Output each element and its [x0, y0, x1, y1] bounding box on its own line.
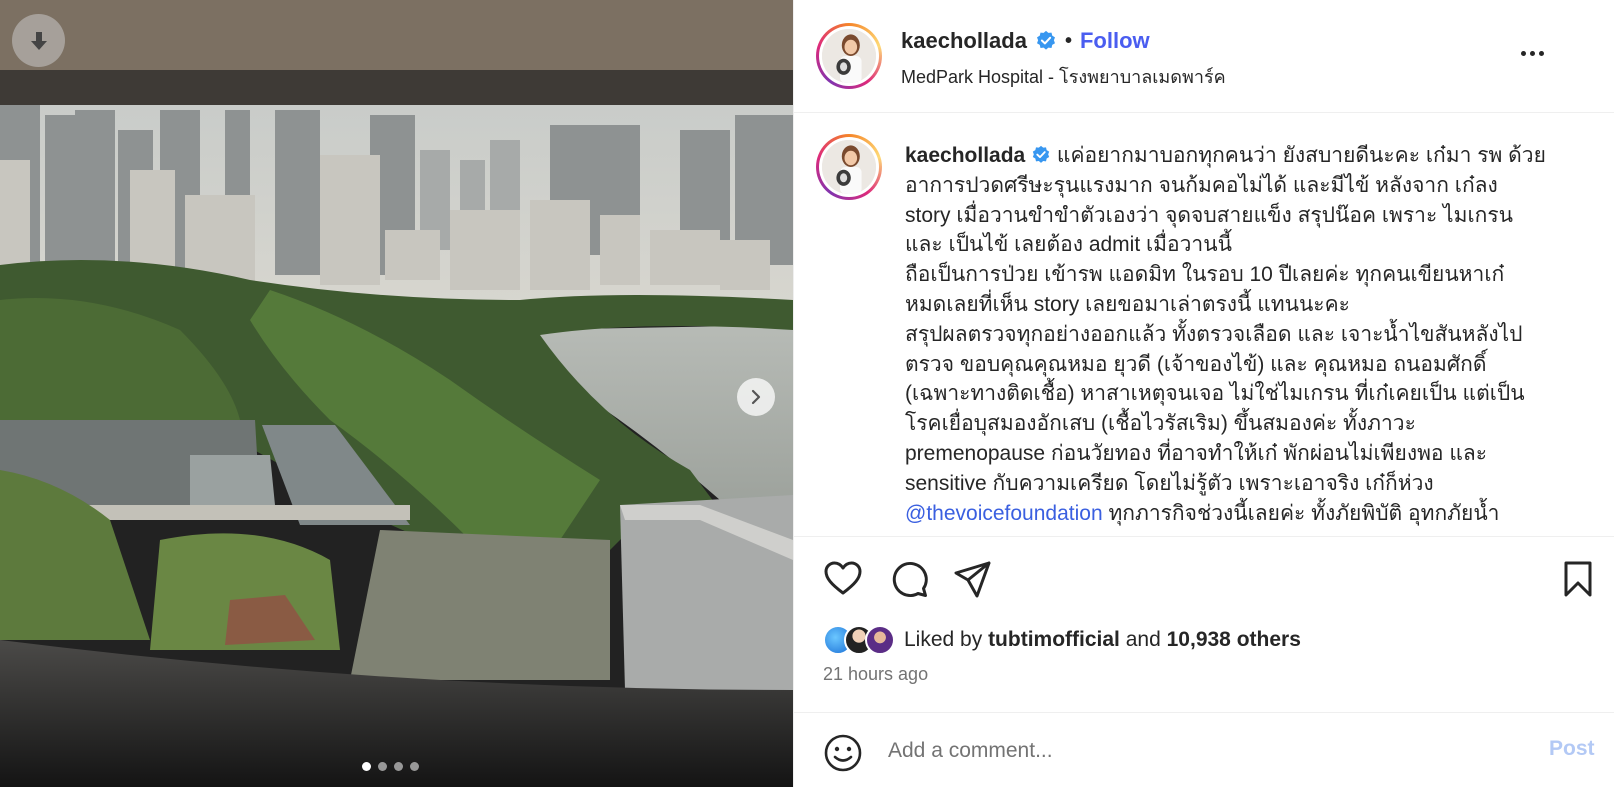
post-media[interactable] — [0, 0, 793, 787]
author-name-row: kaechollada • Follow — [901, 28, 1150, 54]
caption-line: ตรวจ ขอบคุณคุณหมอ ยุวดี (เจ้าของไข้) และ… — [905, 352, 1487, 376]
likes-count[interactable]: 10,938 others — [1167, 628, 1301, 651]
avatar-image — [822, 140, 876, 194]
likes-text: Liked by tubtimofficial and 10,938 other… — [904, 628, 1301, 651]
caption-line: และ เป็นไข้ เลยต้อง admit เมื่อวานนี้ — [905, 233, 1232, 257]
caption-scroll-area[interactable]: kaechollada แค่อยากมาบอกทุกคนว่า ยังสบาย… — [794, 113, 1614, 536]
post-photo — [0, 0, 793, 787]
share-paper-plane-icon[interactable] — [953, 559, 993, 599]
verified-badge-icon — [1036, 30, 1055, 50]
chevron-right-icon — [751, 389, 761, 405]
caption-line: @thevoicefoundation ทุกภารกิจช่วงนี้เลยค… — [905, 499, 1585, 529]
mention-link[interactable]: @thevoicefoundation — [905, 502, 1103, 525]
caption-line: สรุปผลตรวจทุกอย่างออกแล้ว ทั้งตรวจเลือด … — [905, 322, 1523, 346]
author-username[interactable]: kaechollada — [901, 28, 1027, 54]
caption-line: (เฉพาะทางติดเชื้อ) หาสาเหตุจนเจอ ไม่ใช่ไ… — [905, 382, 1525, 406]
caption-line: หมดเลยที่เห็น story เลยขอมาเล่าตรงนี้ แท… — [905, 292, 1350, 316]
caption-line: premenopause ก่อนวัยทอง ที่อาจทำให้เก๋ พ… — [905, 441, 1488, 465]
carousel-dot — [394, 762, 403, 771]
post-header: kaechollada • Follow MedPark Hospital - … — [794, 0, 1614, 113]
post-timestamp[interactable]: 21 hours ago — [823, 664, 928, 685]
heart-icon[interactable] — [823, 559, 863, 599]
caption-text: ทุกภารกิจช่วงนี้เลยค่ะ ทั้งภัยพิบัติ อุท… — [1102, 501, 1500, 525]
caption-username[interactable]: kaechollada — [905, 144, 1025, 167]
liker-avatar[interactable] — [865, 625, 895, 655]
author-avatar[interactable] — [816, 23, 882, 89]
follow-button[interactable]: Follow — [1080, 28, 1150, 54]
verified-badge-icon — [1032, 145, 1050, 163]
carousel-dot — [378, 762, 387, 771]
post-caption: kaechollada แค่อยากมาบอกทุกคนว่า ยังสบาย… — [905, 141, 1585, 528]
caption-line: kaechollada แค่อยากมาบอกทุกคนว่า ยังสบาย… — [905, 141, 1585, 171]
emoji-smiley-icon[interactable] — [823, 733, 863, 773]
likes-summary: Liked by tubtimofficial and 10,938 other… — [823, 625, 1301, 655]
avatar-image — [822, 29, 876, 83]
more-options-button[interactable] — [1514, 38, 1550, 68]
carousel-dot — [410, 762, 419, 771]
location-link[interactable]: MedPark Hospital - โรงพยาบาลเมดพาร์ค — [901, 62, 1226, 91]
more-options-icon — [1520, 50, 1526, 56]
comment-bar: Post — [794, 712, 1614, 787]
comment-input[interactable] — [888, 733, 1488, 769]
post-comment-button[interactable]: Post — [1549, 737, 1595, 761]
carousel-dot — [362, 762, 371, 771]
caption-line: sensitive กับความเครียด โดยไม่รู้ตัว เพร… — [905, 471, 1434, 495]
caption-line: อาการปวดศรีษะรุนแรงมาก จนก้มคอไม่ได้ และ… — [905, 173, 1498, 197]
liker-username[interactable]: tubtimofficial — [988, 628, 1120, 651]
download-arrow-icon — [30, 31, 47, 50]
caption-line: โรคเยื่อบุสมองอักเสบ (เชื้อไวรัสเริม) ขึ… — [905, 412, 1416, 436]
post-actions: Liked by tubtimofficial and 10,938 other… — [794, 536, 1614, 712]
caption-text: แค่อยากมาบอกทุกคนว่า ยังสบายดีนะคะ เก๋มา… — [1056, 144, 1546, 167]
comment-icon[interactable] — [889, 559, 929, 599]
caption-line: ถือเป็นการป่วย เข้ารพ แอดมิท ในรอบ 10 ปี… — [905, 263, 1505, 287]
carousel-indicator — [362, 762, 419, 771]
separator-dot: • — [1064, 29, 1072, 52]
caption-line: story เมื่อวานขำขำตัวเองว่า จุดจบสายแข็ง… — [905, 203, 1513, 227]
bookmark-icon[interactable] — [1558, 559, 1598, 599]
post-details-panel: kaechollada • Follow MedPark Hospital - … — [793, 0, 1614, 787]
download-button[interactable] — [12, 14, 65, 67]
caption-author-avatar[interactable] — [816, 134, 882, 200]
next-slide-button[interactable] — [737, 378, 775, 416]
